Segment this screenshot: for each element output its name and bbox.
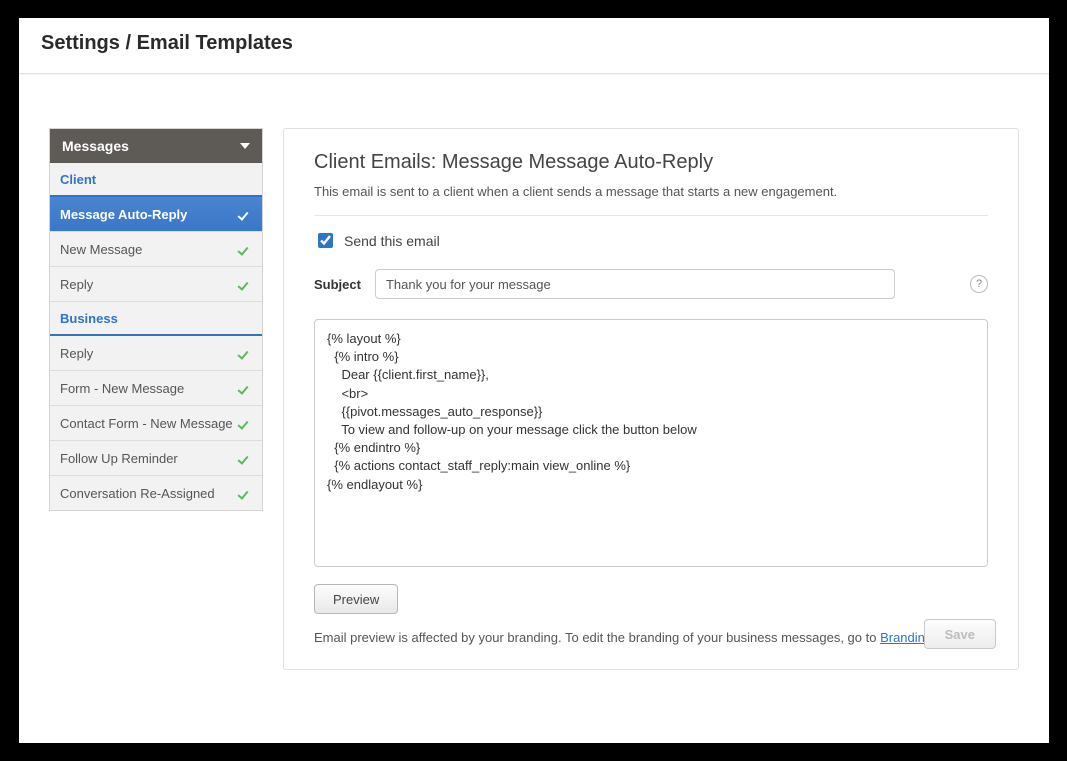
sidebar-item-reply-client[interactable]: Reply xyxy=(50,267,262,302)
sidebar-section-label: Client xyxy=(60,172,96,187)
sidebar-item-contact-form-new-message[interactable]: Contact Form - New Message xyxy=(50,406,262,441)
sidebar-item-label: New Message xyxy=(60,242,142,257)
sidebar-section-label: Business xyxy=(60,311,118,326)
sidebar-item-new-message[interactable]: New Message xyxy=(50,232,262,267)
branding-note: Email preview is affected by your brandi… xyxy=(314,630,988,645)
sidebar-item-message-auto-reply[interactable]: Message Auto-Reply xyxy=(50,197,262,232)
check-icon xyxy=(238,349,250,359)
page-header: Settings / Email Templates xyxy=(19,18,1049,74)
caret-down-icon xyxy=(240,143,250,149)
sidebar-section-business[interactable]: Business xyxy=(50,302,262,336)
check-icon xyxy=(238,419,250,429)
sidebar-item-reply-business[interactable]: Reply xyxy=(50,336,262,371)
sidebar: Messages Client Message Auto-Reply New M… xyxy=(49,128,263,511)
sidebar-item-label: Follow Up Reminder xyxy=(60,451,178,466)
main-panel: Client Emails: Message Message Auto-Repl… xyxy=(283,128,1019,670)
check-icon xyxy=(238,280,250,290)
sidebar-item-follow-up-reminder[interactable]: Follow Up Reminder xyxy=(50,441,262,476)
check-icon xyxy=(238,210,250,220)
send-email-label: Send this email xyxy=(344,233,440,249)
preview-button[interactable]: Preview xyxy=(314,584,398,614)
sidebar-item-label: Reply xyxy=(60,346,93,361)
sidebar-section-client[interactable]: Client xyxy=(50,163,262,197)
check-icon xyxy=(238,454,250,464)
sidebar-item-label: Reply xyxy=(60,277,93,292)
sidebar-title: Messages xyxy=(62,138,129,154)
page-title: Settings / Email Templates xyxy=(41,32,1027,55)
panel-description: This email is sent to a client when a cl… xyxy=(314,184,988,216)
sidebar-item-conversation-reassigned[interactable]: Conversation Re-Assigned xyxy=(50,476,262,510)
sidebar-item-label: Message Auto-Reply xyxy=(60,207,187,222)
sidebar-item-label: Form - New Message xyxy=(60,381,184,396)
sidebar-item-label: Conversation Re-Assigned xyxy=(60,486,215,501)
help-icon[interactable]: ? xyxy=(970,275,988,293)
email-body-textarea[interactable] xyxy=(314,319,988,567)
sidebar-item-form-new-message[interactable]: Form - New Message xyxy=(50,371,262,406)
check-icon xyxy=(238,489,250,499)
panel-heading: Client Emails: Message Message Auto-Repl… xyxy=(314,151,988,174)
send-email-checkbox[interactable] xyxy=(318,233,333,248)
check-icon xyxy=(238,384,250,394)
branding-note-text: Email preview is affected by your brandi… xyxy=(314,630,880,645)
save-button[interactable]: Save xyxy=(924,619,996,649)
check-icon xyxy=(238,245,250,255)
subject-label: Subject xyxy=(314,277,361,292)
sidebar-item-label: Contact Form - New Message xyxy=(60,416,233,431)
sidebar-dropdown[interactable]: Messages xyxy=(50,129,262,163)
subject-input[interactable] xyxy=(375,269,895,299)
